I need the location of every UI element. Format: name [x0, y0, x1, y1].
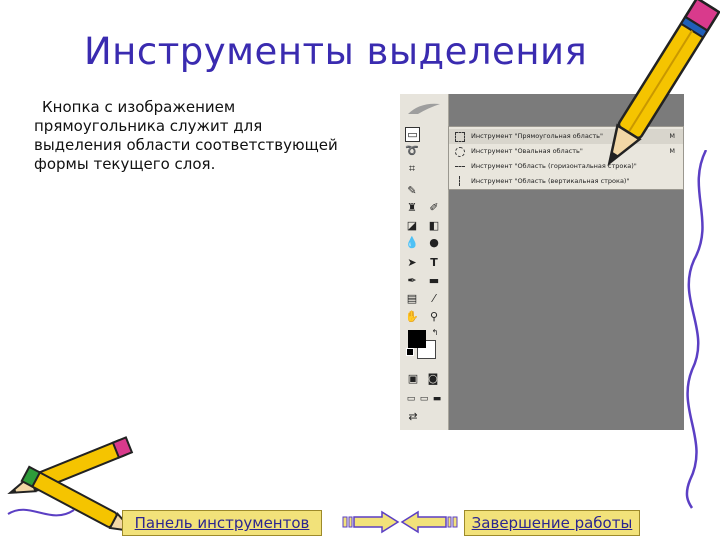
body-text: Кнопка с изображением прямоугольника слу… [34, 98, 374, 174]
body-line: формы текущего слоя. [34, 155, 216, 173]
body-line: выделения области соответствующей [34, 136, 338, 154]
pen-tool-icon[interactable]: ✒ [405, 274, 419, 288]
ellipse-marquee-icon [455, 147, 465, 157]
toolbox-panel: ▭ ➰ ⌗ ✎ ♜ ✐ ◪ ◧ 💧 ● ➤ T ✒ ▬ ▤ ⁄ ✋ ⚲ ↰ ▣ … [400, 94, 449, 430]
hand-tool-icon[interactable]: ✋ [405, 310, 419, 324]
feather-logo-icon [408, 103, 440, 114]
dodge-tool-icon[interactable]: ● [427, 236, 441, 250]
screen-mode-menubar-icon[interactable]: ▭ [417, 392, 431, 406]
finish-button[interactable]: Завершение работы [464, 510, 640, 536]
zoom-tool-icon[interactable]: ⚲ [427, 310, 441, 324]
standard-mode-icon[interactable]: ▣ [406, 372, 420, 386]
eyedropper-icon[interactable]: ⁄ [427, 292, 441, 306]
flyout-item-label: Инструмент "Прямоугольная область" [471, 132, 603, 140]
type-tool-icon[interactable]: T [427, 256, 441, 270]
lasso-tool-icon[interactable]: ➰ [405, 144, 419, 158]
arrow-right-icon[interactable] [342, 510, 400, 534]
rect-marquee-tool-icon[interactable]: ▭ [405, 127, 420, 142]
shape-tool-icon[interactable]: ▬ [427, 274, 441, 288]
row-marquee-icon [455, 166, 465, 167]
quickmask-mode-icon[interactable]: ◙ [426, 372, 440, 386]
history-brush-icon[interactable]: ✐ [427, 201, 441, 215]
screen-mode-standard-icon[interactable]: ▭ [404, 392, 418, 406]
blur-tool-icon[interactable]: 💧 [405, 236, 419, 250]
jump-to-imageready-icon[interactable]: ⇄ [406, 410, 420, 424]
body-line: Кнопка с изображением [42, 98, 236, 116]
healing-brush-icon[interactable]: ✎ [405, 184, 419, 198]
tools-panel-button[interactable]: Панель инструментов [122, 510, 322, 536]
path-select-icon[interactable]: ➤ [405, 256, 419, 270]
default-colors-icon[interactable] [406, 348, 414, 356]
crop-tool-icon[interactable]: ⌗ [405, 162, 419, 176]
slide-title: Инструменты выделения [84, 30, 588, 73]
notes-tool-icon[interactable]: ▤ [405, 292, 419, 306]
swap-colors-icon[interactable]: ↰ [428, 326, 442, 340]
rect-marquee-icon [455, 132, 465, 142]
gradient-tool-icon[interactable]: ◧ [427, 219, 441, 233]
curvy-line-decoration [685, 150, 708, 509]
foreground-color-swatch[interactable] [408, 330, 426, 348]
arrow-left-icon[interactable] [400, 510, 458, 534]
eraser-tool-icon[interactable]: ◪ [405, 219, 419, 233]
stamp-tool-icon[interactable]: ♜ [405, 201, 419, 215]
body-line: прямоугольника служит для [34, 117, 263, 135]
flyout-item-label: Инструмент "Овальная область" [471, 147, 583, 155]
screen-mode-full-icon[interactable]: ▬ [430, 392, 444, 406]
column-marquee-icon [459, 176, 460, 186]
